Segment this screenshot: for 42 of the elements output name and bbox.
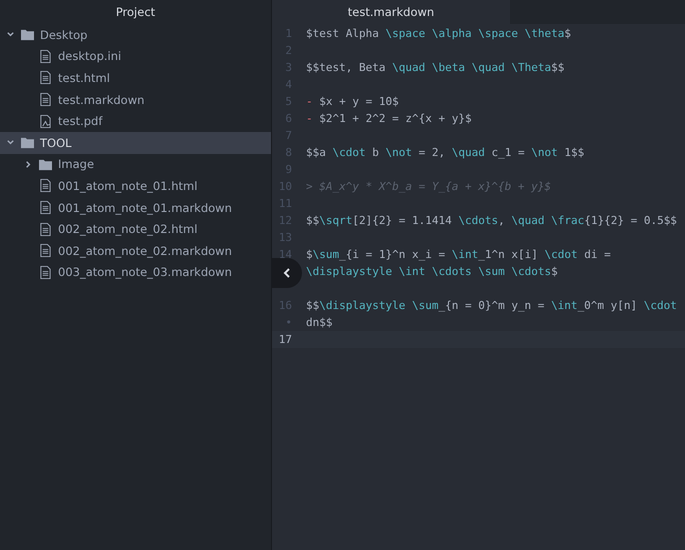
- code-line: $$\sqrt[2]{2} = 1.1414 \cdots, \quad \frac{1}{2} = 0.5$$: [306, 214, 677, 227]
- file-item[interactable]: test.pdf: [0, 110, 271, 132]
- folder-item[interactable]: Image: [0, 154, 271, 176]
- code-line: - $x + y = 10$: [306, 95, 399, 108]
- file-icon: [39, 93, 52, 106]
- code-line: \displaystyle \int \cdots \sum \cdots$: [306, 265, 558, 278]
- line-number: 17: [278, 333, 292, 346]
- code-line: $$\displaystyle \sum_{n = 0}^m y_n = \int_0^m y[n] \cdot: [306, 299, 677, 312]
- file-icon: [39, 179, 52, 192]
- file-item[interactable]: 001_atom_note_01.html: [0, 175, 271, 197]
- file-icon: [39, 266, 52, 279]
- code-line: $$test, Beta \quad \beta \quad \Theta$$: [306, 61, 564, 74]
- editor-tab[interactable]: test.markdown: [272, 0, 510, 24]
- file-item[interactable]: 001_atom_note_01.markdown: [0, 196, 271, 218]
- file-icon: [39, 244, 52, 258]
- pdf-file-icon: [39, 114, 52, 128]
- code-line: $\sum_{i = 1}^n x_i = \int_1^n x[i] \cdot di =: [306, 248, 611, 261]
- file-item[interactable]: test.markdown: [0, 88, 271, 110]
- folder-item[interactable]: Desktop: [0, 24, 271, 46]
- code-line: > $A_x^y * X^b_a = Y_{a + x}^{b + y}$: [306, 180, 552, 193]
- sidebar-title: Project: [114, 4, 156, 21]
- file-icon: [39, 50, 52, 63]
- code-line: - $2^1 + 2^2 = z^{x + y}$: [306, 112, 472, 125]
- file-icon: [39, 201, 52, 214]
- file-item[interactable]: 002_atom_note_02.markdown: [0, 240, 271, 262]
- collapse-sidebar-button[interactable]: [272, 258, 302, 288]
- code-line: dn$$: [306, 316, 332, 329]
- file-icon: [39, 71, 52, 84]
- file-icon: [39, 222, 52, 236]
- chevron-right-icon: [24, 160, 33, 169]
- line-number: •: [284, 316, 292, 329]
- file-item[interactable]: desktop.ini: [0, 46, 271, 68]
- folder-icon: [21, 28, 34, 42]
- folder-icon: [39, 158, 52, 171]
- file-item[interactable]: 003_atom_note_03.markdown: [0, 262, 271, 284]
- code-line: $$a \cdot b \not = 2, \quad c_1 = \not 1$$: [306, 146, 584, 159]
- chevron-left-icon: [283, 268, 291, 278]
- folder-icon: [21, 136, 34, 150]
- code-line: $test Alpha \space \alpha \space \theta$: [306, 27, 571, 40]
- folder-item[interactable]: TOOL: [0, 132, 271, 154]
- file-item[interactable]: test.html: [0, 67, 271, 89]
- file-item[interactable]: 002_atom_note_02.html: [0, 218, 271, 240]
